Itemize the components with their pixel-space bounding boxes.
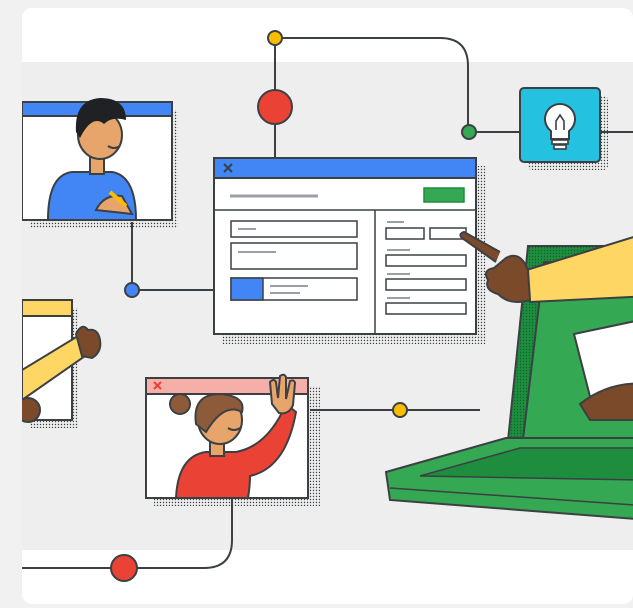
video-window-woman xyxy=(145,373,320,506)
node-blue xyxy=(124,282,140,298)
node-yellow-top xyxy=(267,30,283,46)
form-field-2 xyxy=(230,242,358,270)
waving-hand xyxy=(268,373,297,415)
form-chip-1 xyxy=(385,227,425,240)
collaboration-illustration xyxy=(22,30,633,582)
illustration-card xyxy=(22,8,633,604)
node-red-large xyxy=(257,89,293,125)
form-field-5 xyxy=(385,278,467,291)
node-yellow-bottom xyxy=(392,402,408,418)
lightbulb-tile xyxy=(519,87,608,170)
form-field-6 xyxy=(385,302,467,315)
node-green xyxy=(461,124,477,140)
form-submit-button xyxy=(423,187,465,203)
form-window xyxy=(213,157,486,344)
video-window-man xyxy=(22,98,178,228)
form-field-4 xyxy=(385,254,467,267)
node-red-bottom xyxy=(110,554,138,582)
page-frame xyxy=(0,0,633,608)
